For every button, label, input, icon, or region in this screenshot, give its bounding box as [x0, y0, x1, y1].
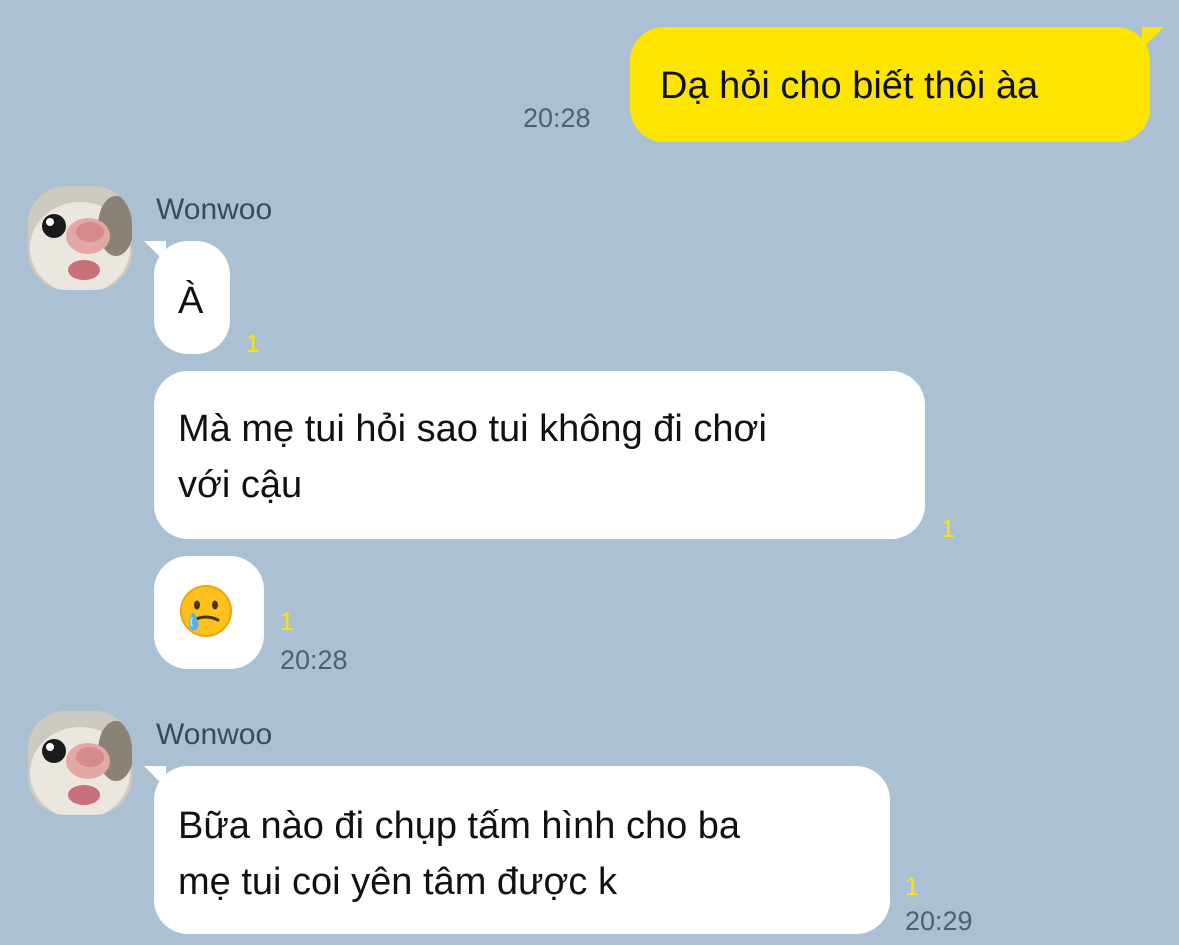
- outgoing-message-bubble[interactable]: Dạ hỏi cho biết thôi àa: [630, 27, 1164, 142]
- incoming-message-bubble[interactable]: Bữa nào đi chụp tấm hình cho ba mẹ tui c…: [144, 766, 890, 934]
- unread-count: 1: [246, 330, 260, 358]
- sender-name: Wonwoo: [156, 718, 273, 751]
- incoming-message-bubble[interactable]: Mà mẹ tui hỏi sao tui không đi chơi với …: [154, 371, 925, 539]
- unread-count: 1: [280, 608, 294, 636]
- avatar[interactable]: [28, 186, 132, 290]
- incoming-message-bubble[interactable]: À: [144, 241, 230, 354]
- bubble-tail: [1142, 27, 1164, 49]
- message-timestamp: 20:29: [905, 906, 973, 936]
- bubble-tail: [144, 241, 166, 263]
- message-text-line: mẹ tui coi yên tâm được k: [178, 861, 617, 903]
- message-text: À: [178, 280, 204, 322]
- bubble-tail: [144, 766, 166, 788]
- unread-count: 1: [941, 515, 955, 543]
- message-text-line: Mà mẹ tui hỏi sao tui không đi chơi: [178, 408, 767, 450]
- cat-avatar-icon: [28, 711, 132, 815]
- message-text-line: với cậu: [178, 464, 303, 506]
- unread-count: 1: [905, 873, 919, 901]
- message-text-line: Bữa nào đi chụp tấm hình cho ba: [178, 805, 741, 847]
- message-timestamp: 20:28: [523, 103, 591, 133]
- tearful-smile-emoji-icon: [179, 584, 233, 638]
- message-text: Dạ hỏi cho biết thôi àa: [660, 65, 1039, 107]
- message-timestamp: 20:28: [280, 645, 348, 675]
- avatar[interactable]: [28, 711, 132, 815]
- sender-name: Wonwoo: [156, 193, 273, 226]
- cat-avatar-icon: [28, 186, 132, 290]
- incoming-emoji-bubble[interactable]: [154, 556, 264, 669]
